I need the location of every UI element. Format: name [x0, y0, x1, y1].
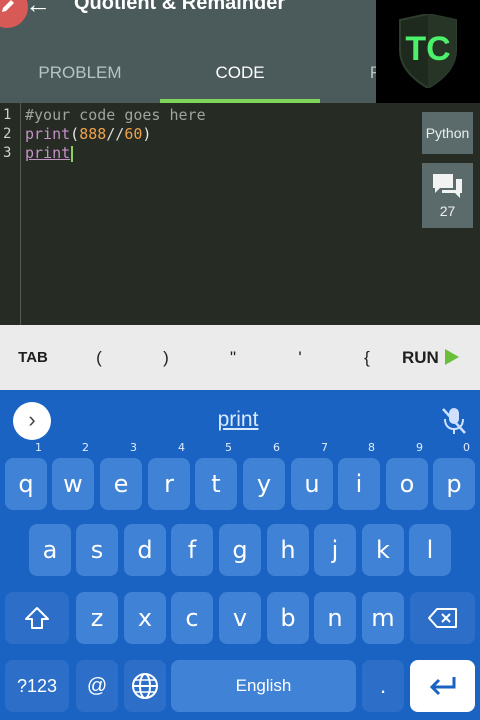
globe-icon [132, 673, 158, 699]
tab-problem[interactable]: PROBLEM [0, 43, 160, 103]
key-s[interactable]: s [76, 524, 118, 576]
code-text: print [25, 144, 74, 163]
shift-key[interactable] [5, 592, 69, 644]
enter-arrow-icon [429, 677, 455, 696]
mic-off-icon[interactable] [440, 406, 468, 436]
key-g[interactable]: g [219, 524, 261, 576]
text-cursor [71, 145, 74, 162]
at-key[interactable]: @ [76, 660, 118, 712]
comments-button[interactable]: 27 [422, 163, 473, 228]
code-text: print(888//60) [25, 125, 152, 143]
run-button[interactable]: RUN [402, 325, 459, 390]
key-b[interactable]: b [267, 592, 309, 644]
line-number: 1 [3, 107, 12, 123]
key-f[interactable]: f [171, 524, 213, 576]
period-key[interactable]: . [362, 660, 404, 712]
language-globe-key[interactable] [124, 660, 166, 712]
play-icon [444, 349, 459, 365]
key-r[interactable]: r4 [148, 442, 190, 510]
key-y[interactable]: y6 [243, 442, 285, 510]
channel-logo: TC [376, 0, 480, 104]
soft-keyboard: › print q1 w2 e3 r4 t5 y6 u7 i8 o9 p0 a … [0, 390, 480, 720]
key-p[interactable]: p0 [433, 442, 475, 510]
language-button[interactable]: Python [422, 112, 473, 154]
key-x[interactable]: x [124, 592, 166, 644]
backspace-icon [427, 608, 457, 628]
key-m[interactable]: m [362, 592, 404, 644]
page-title: Quotient & Remainder [74, 0, 286, 14]
word-suggestion[interactable]: print [190, 408, 286, 432]
run-label: RUN [402, 348, 439, 367]
key-c[interactable]: c [171, 592, 213, 644]
expand-arrow-icon[interactable]: › [13, 402, 51, 440]
svg-text:TC: TC [405, 30, 450, 68]
key-a[interactable]: a [29, 524, 71, 576]
comments-icon [433, 174, 462, 198]
tab-code[interactable]: CODE [160, 43, 320, 103]
code-comment: #your code goes here [25, 106, 206, 124]
key-u[interactable]: u7 [291, 442, 333, 510]
key-z[interactable]: z [76, 592, 118, 644]
key-t[interactable]: t5 [195, 442, 237, 510]
line-number: 3 [3, 145, 12, 161]
line-number: 2 [3, 126, 12, 142]
symbol-open-brace[interactable]: { [352, 325, 382, 390]
space-bar[interactable]: English [171, 660, 356, 712]
key-k[interactable]: k [362, 524, 404, 576]
key-e[interactable]: e3 [100, 442, 142, 510]
key-j[interactable]: j [314, 524, 356, 576]
key-o[interactable]: o9 [386, 442, 428, 510]
comments-count: 27 [439, 203, 456, 219]
key-h[interactable]: h [267, 524, 309, 576]
tab-key[interactable]: TAB [14, 325, 52, 390]
key-d[interactable]: d [124, 524, 166, 576]
enter-key[interactable] [410, 660, 475, 712]
symbol-open-paren[interactable]: ( [84, 325, 114, 390]
key-l[interactable]: l [409, 524, 451, 576]
pencil-icon [2, 0, 14, 12]
key-w[interactable]: w2 [52, 442, 94, 510]
code-editor[interactable]: 1 #your code goes here 2 print(888//60) … [0, 103, 480, 325]
key-q[interactable]: q1 [5, 442, 47, 510]
key-v[interactable]: v [219, 592, 261, 644]
shield-logo-icon: TC [399, 14, 457, 88]
back-arrow-icon[interactable]: ← [24, 0, 52, 18]
key-i[interactable]: i8 [338, 442, 380, 510]
symbol-toolbar: TAB ( ) " ' { RUN [0, 325, 480, 390]
backspace-key[interactable] [410, 592, 475, 644]
symbol-double-quote[interactable]: " [218, 325, 248, 390]
shift-arrow-icon [25, 607, 49, 629]
key-n[interactable]: n [314, 592, 356, 644]
symbols-key[interactable]: ?123 [5, 660, 69, 712]
symbol-close-paren[interactable]: ) [151, 325, 181, 390]
symbol-single-quote[interactable]: ' [285, 325, 315, 390]
